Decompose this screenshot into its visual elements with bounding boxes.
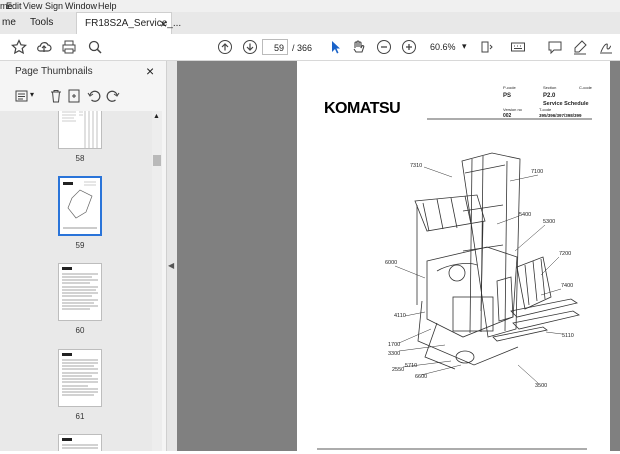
keyboard-icon[interactable] — [508, 37, 528, 57]
page-number-input[interactable]: 59 — [262, 39, 288, 55]
callout-7400: 7400 — [561, 283, 573, 289]
svg-text:C-code: C-code — [579, 85, 593, 90]
tab-bar: me Tools FR18S2A_Service_... × — [0, 12, 620, 35]
thumbnails-panel: Page Thumbnails × ▾ 58 59 60 61 ▲ — [0, 61, 167, 451]
panel-title: Page Thumbnails — [15, 66, 93, 77]
callout-6600: 6600 — [415, 374, 427, 380]
page-content: KOMATSU P-code PS Section P2.0 Service S… — [317, 85, 593, 450]
thumbnail-page-62[interactable] — [58, 434, 102, 451]
callout-5300: 5300 — [543, 219, 555, 225]
tab-close-icon[interactable]: × — [160, 13, 167, 35]
search-zoom-icon[interactable] — [85, 37, 105, 57]
menu-help[interactable]: Help — [98, 0, 117, 12]
rotate-right-icon[interactable] — [103, 86, 123, 106]
menu-sign[interactable]: Sign — [45, 0, 63, 12]
callout-5110: 5110 — [562, 333, 574, 339]
komatsu-logo: KOMATSU — [324, 100, 400, 117]
close-panel-icon[interactable]: × — [146, 63, 154, 79]
panel-collapse-handle[interactable]: ◀ — [167, 61, 177, 451]
delete-page-icon[interactable] — [46, 86, 66, 106]
menu-view[interactable]: View — [23, 0, 42, 12]
svg-text:Section: Section — [543, 85, 556, 90]
zoom-level[interactable]: 60.6% — [430, 42, 456, 52]
callout-5710: 5710 — [405, 363, 417, 369]
menu-window[interactable]: Window — [65, 0, 97, 12]
thumbnail-options-icon[interactable] — [12, 86, 32, 106]
svg-text:T-code: T-code — [539, 107, 552, 112]
svg-text:P2.0: P2.0 — [543, 93, 556, 99]
rotate-left-icon[interactable] — [84, 86, 104, 106]
thumbnail-page-60[interactable] — [58, 263, 102, 321]
insert-page-icon[interactable] — [64, 86, 84, 106]
document-page: KOMATSU P-code PS Section P2.0 Service S… — [297, 61, 610, 451]
bookmark-star-icon[interactable] — [9, 37, 29, 57]
thumbnail-page-59[interactable] — [58, 176, 102, 236]
callout-3300: 3300 — [388, 351, 400, 357]
comment-icon[interactable] — [545, 37, 565, 57]
menu-bar: me Edit View Sign Window Help — [0, 0, 620, 12]
tab-tools[interactable]: Tools — [30, 12, 60, 34]
thumbnail-label-59: 59 — [75, 241, 85, 250]
svg-text:Version no: Version no — [503, 107, 523, 112]
tab-home[interactable]: me — [0, 12, 22, 34]
callout-2550: 2550 — [392, 367, 404, 373]
thumbnail-label-61: 61 — [75, 412, 85, 421]
thumbnail-list: 58 59 60 61 — [0, 111, 152, 451]
zoom-dropdown-icon[interactable]: ▾ — [462, 41, 467, 52]
thumbnail-label-58: 58 — [75, 154, 85, 163]
callout-3500: 3500 — [535, 383, 547, 389]
menu-edit[interactable]: Edit — [6, 0, 22, 12]
panel-toolbar: ▾ — [0, 85, 166, 107]
callout-7310: 7310 — [410, 163, 422, 169]
tab-document[interactable]: FR18S2A_Service_... × — [76, 12, 181, 35]
next-page-icon[interactable] — [240, 37, 260, 57]
collapse-arrow-icon[interactable]: ◀ — [168, 261, 174, 270]
page-total: / 366 — [292, 43, 313, 53]
zoom-in-icon[interactable] — [399, 37, 419, 57]
select-cursor-icon[interactable] — [325, 37, 345, 57]
print-icon[interactable] — [59, 37, 79, 57]
thumbnail-page-61[interactable] — [58, 349, 102, 407]
thumbnail-label-60: 60 — [75, 326, 85, 335]
svg-text:PS: PS — [503, 93, 511, 99]
scroll-up-icon[interactable]: ▲ — [153, 113, 160, 120]
svg-text:P-code: P-code — [503, 85, 516, 90]
callout-1700: 1700 — [388, 342, 400, 348]
scrollbar-thumb[interactable] — [153, 155, 161, 166]
svg-text:002: 002 — [503, 113, 512, 119]
callout-6000: 6000 — [385, 260, 397, 266]
callout-7100: 7100 — [531, 169, 543, 175]
forklift-drawing — [414, 152, 580, 370]
svg-text:395/396/397/398/399: 395/396/397/398/399 — [539, 113, 582, 118]
callout-5400: 5400 — [519, 212, 531, 218]
callout-4110: 4110 — [394, 313, 406, 319]
thumbnail-scrollbar[interactable]: ▲ — [152, 111, 162, 451]
highlight-pen-icon[interactable] — [570, 37, 590, 57]
panel-header: Page Thumbnails × — [0, 61, 166, 83]
toolbar: 59 / 366 60.6% ▾ — [0, 34, 620, 61]
thumbnail-page-58[interactable] — [58, 111, 102, 149]
fit-page-icon[interactable] — [477, 37, 497, 57]
previous-page-icon[interactable] — [215, 37, 235, 57]
callout-7200: 7200 — [559, 251, 571, 257]
upload-cloud-icon[interactable] — [34, 37, 54, 57]
sign-icon[interactable] — [596, 37, 616, 57]
hand-tool-icon[interactable] — [348, 37, 368, 57]
zoom-out-icon[interactable] — [374, 37, 394, 57]
options-dropdown-icon[interactable]: ▾ — [30, 90, 34, 99]
